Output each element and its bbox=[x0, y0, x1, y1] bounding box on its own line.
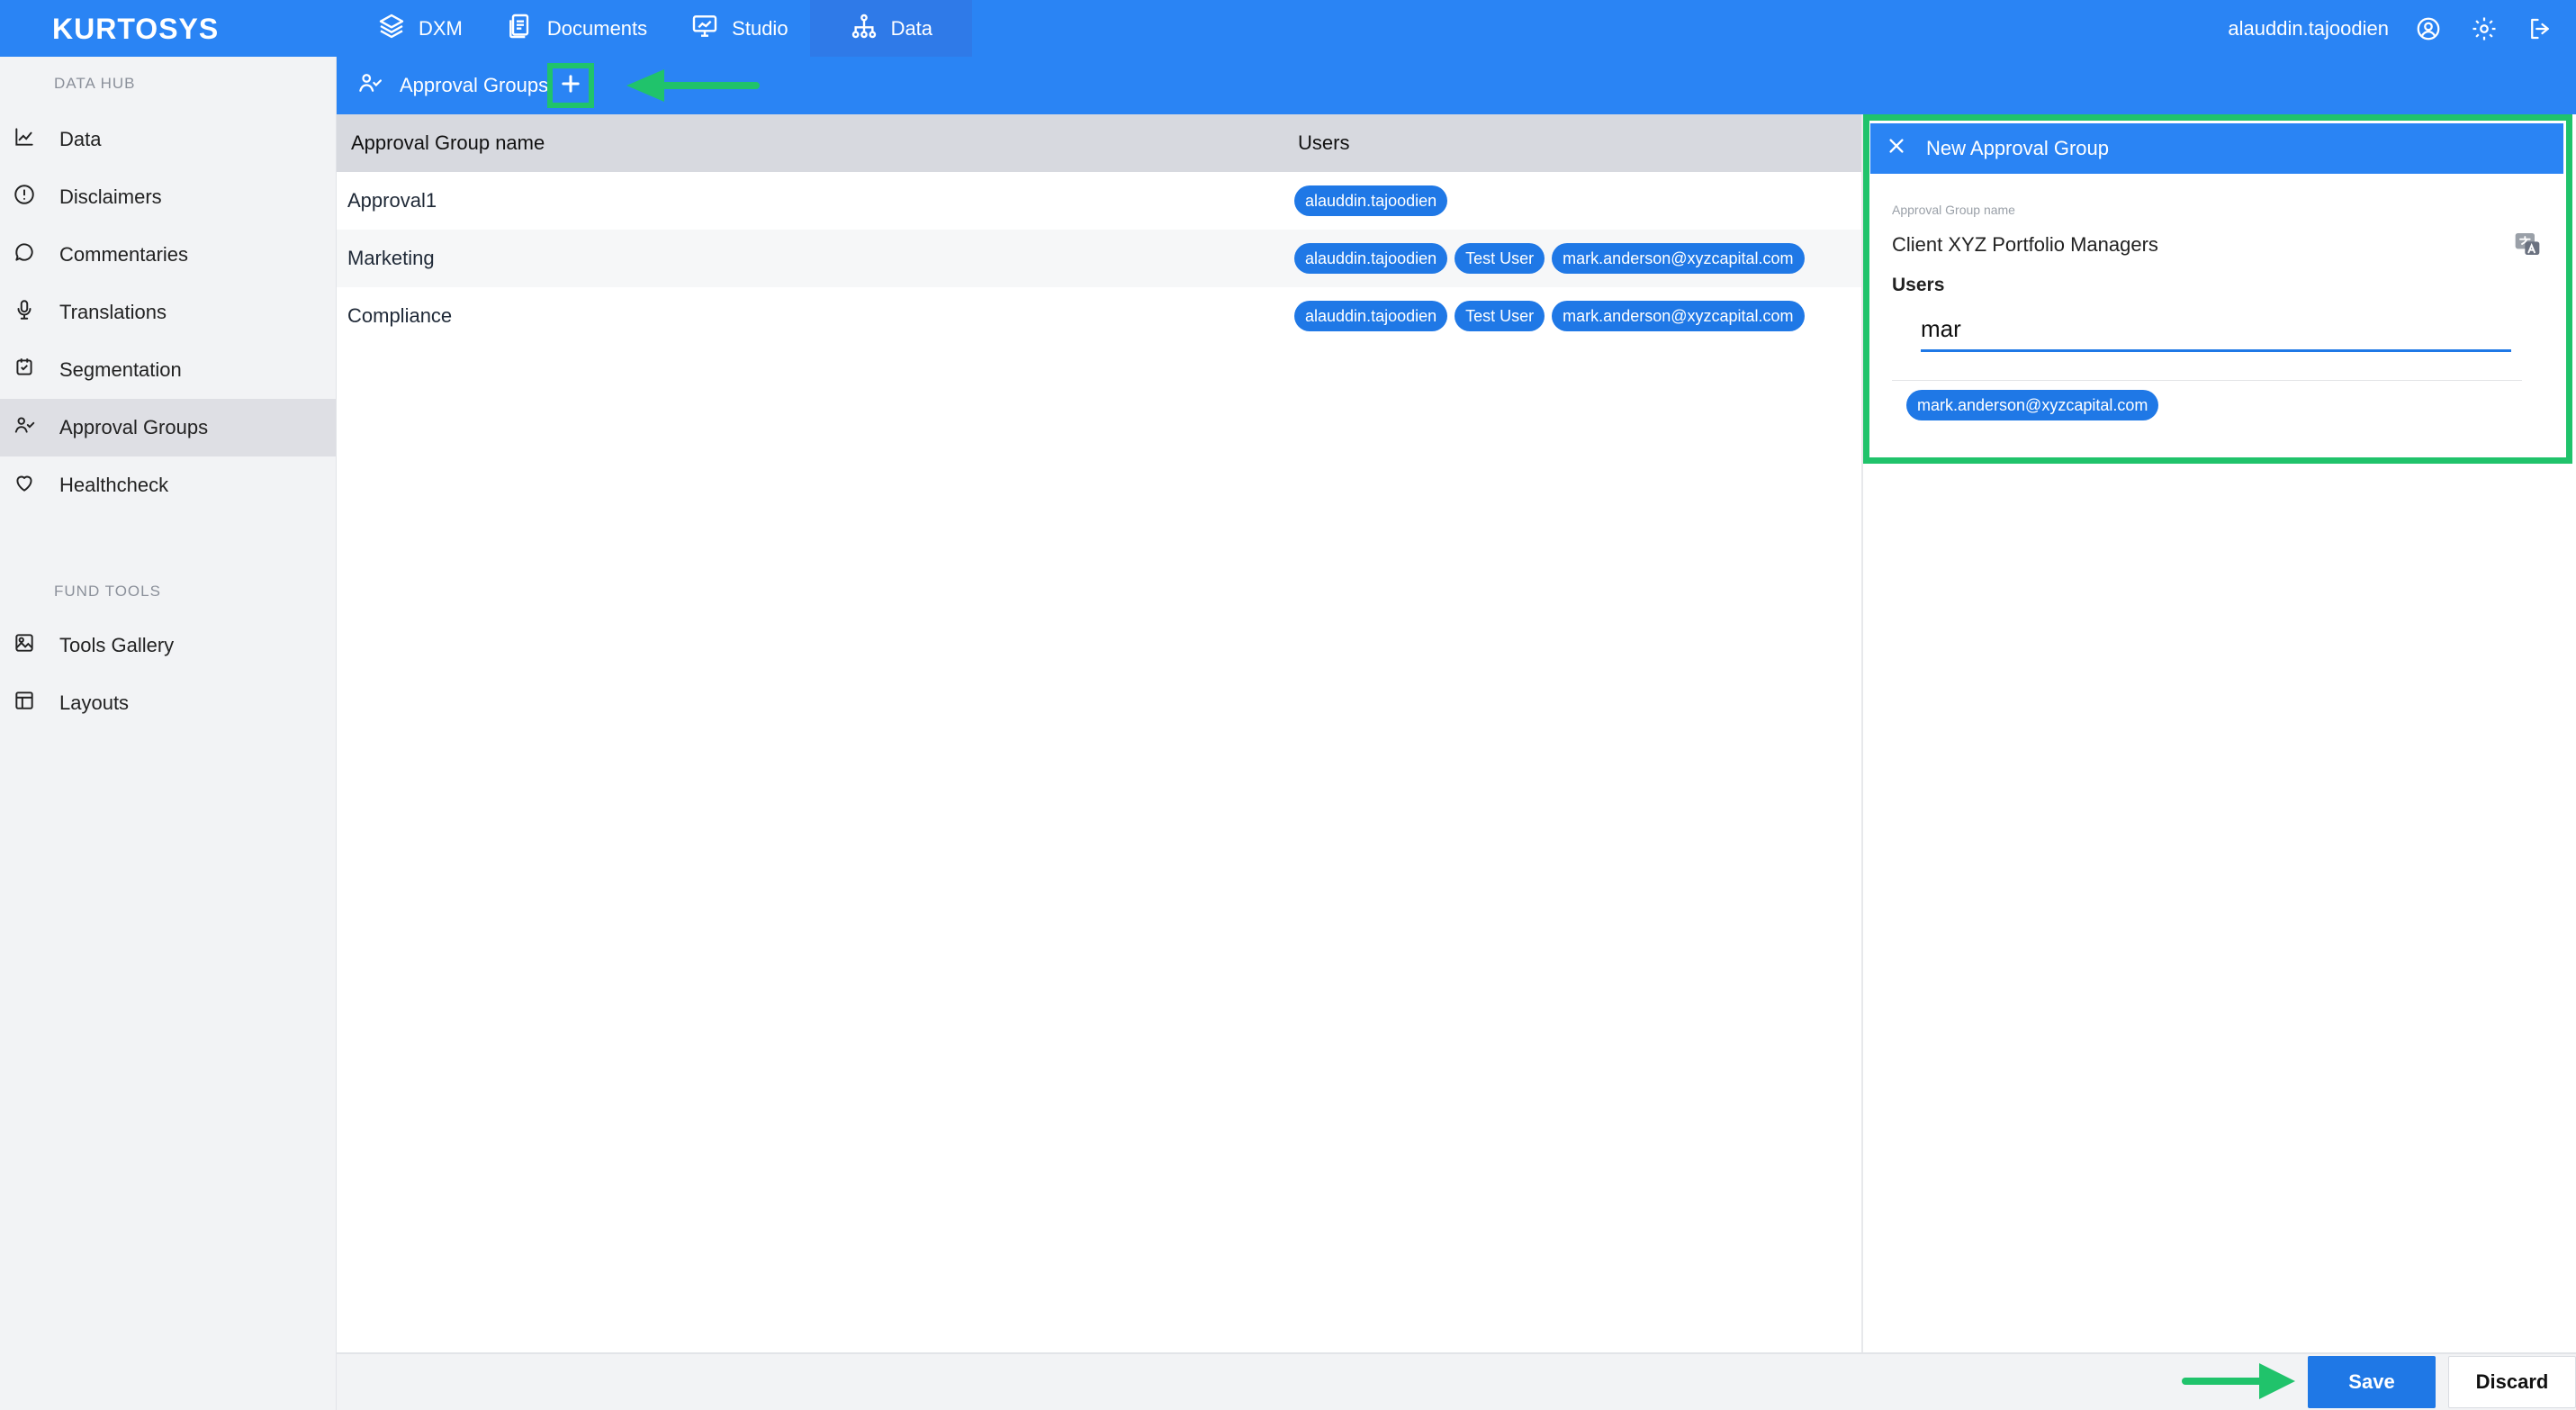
user-chip: Test User bbox=[1455, 301, 1545, 331]
nav-data-label: Data bbox=[890, 16, 933, 40]
sidebar-item-label: Tools Gallery bbox=[59, 634, 175, 656]
sidebar-item-label: Data bbox=[59, 128, 102, 150]
approval-groups-table: Approval Group name Users Approval1 alau… bbox=[337, 114, 1863, 1352]
user-check-icon bbox=[13, 413, 36, 442]
table-row[interactable]: Compliance alauddin.tajoodien Test User … bbox=[337, 287, 1861, 345]
nav-documents[interactable]: Documents bbox=[484, 0, 669, 57]
heart-icon bbox=[13, 471, 36, 500]
user-area: alauddin.tajoodien bbox=[2228, 0, 2556, 57]
approval-group-name: Compliance bbox=[347, 304, 453, 327]
user-chip: alauddin.tajoodien bbox=[1294, 185, 1448, 216]
table-row[interactable]: Marketing alauddin.tajoodien Test User m… bbox=[337, 230, 1861, 287]
highlight-arrow-right bbox=[2180, 1358, 2301, 1409]
plus-icon bbox=[558, 71, 583, 101]
segmentation-icon bbox=[13, 356, 36, 384]
sidebar-section-data-hub: DATA HUB bbox=[54, 75, 136, 92]
group-name-field[interactable]: Client XYZ Portfolio Managers bbox=[1892, 233, 2158, 257]
table-header: Approval Group name Users bbox=[337, 114, 1861, 172]
sidebar-item-translations[interactable]: Translations bbox=[0, 284, 336, 341]
approval-groups-subheader: Approval Groups bbox=[337, 57, 2576, 114]
highlight-arrow-left bbox=[619, 66, 763, 110]
user-chip: mark.anderson@xyzcapital.com bbox=[1552, 301, 1805, 331]
nav-studio-label: Studio bbox=[732, 16, 788, 40]
save-button[interactable]: Save bbox=[2308, 1356, 2436, 1408]
subheader-title: Approval Groups bbox=[356, 57, 548, 114]
discard-button[interactable]: Discard bbox=[2448, 1356, 2576, 1408]
table-row[interactable]: Approval1 alauddin.tajoodien bbox=[337, 172, 1861, 230]
sidebar-item-data[interactable]: Data bbox=[0, 111, 336, 168]
logout-icon[interactable] bbox=[2524, 13, 2556, 45]
studio-icon bbox=[690, 12, 719, 46]
sidebar: DATA HUB Data Disclaimers Commentaries T… bbox=[0, 57, 337, 1410]
user-chip: alauddin.tajoodien bbox=[1294, 243, 1448, 274]
layers-icon bbox=[377, 12, 406, 46]
nav-documents-label: Documents bbox=[546, 16, 648, 40]
microphone-icon bbox=[13, 298, 36, 327]
column-header-name: Approval Group name bbox=[351, 131, 545, 154]
approval-group-name: Approval1 bbox=[347, 189, 437, 212]
approval-group-users: alauddin.tajoodien Test User mark.anders… bbox=[1294, 301, 1805, 331]
approval-group-users: alauddin.tajoodien bbox=[1294, 185, 1448, 216]
panel-title: New Approval Group bbox=[1926, 137, 2109, 159]
approval-group-name: Marketing bbox=[347, 247, 435, 269]
nav-data[interactable]: Data bbox=[809, 0, 973, 57]
username[interactable]: alauddin.tajoodien bbox=[2228, 17, 2389, 41]
line-chart-icon bbox=[13, 125, 36, 154]
nav-studio[interactable]: Studio bbox=[669, 0, 809, 57]
sidebar-item-label: Segmentation bbox=[59, 358, 182, 381]
sidebar-item-healthcheck[interactable]: Healthcheck bbox=[0, 456, 336, 514]
subheader-title-text: Approval Groups bbox=[400, 74, 549, 96]
kurtosys-logo: KURTOSYS bbox=[52, 12, 220, 45]
layout-icon bbox=[13, 689, 36, 718]
add-approval-group-button[interactable] bbox=[547, 63, 594, 108]
sidebar-item-label: Translations bbox=[59, 301, 167, 323]
settings-gear-icon[interactable] bbox=[2468, 13, 2500, 45]
new-approval-group-form: Approval Group name Client XYZ Portfolio… bbox=[1870, 174, 2563, 457]
sidebar-item-approval-groups[interactable]: Approval Groups bbox=[0, 399, 336, 456]
users-label: Users bbox=[1892, 275, 1945, 295]
sidebar-item-label: Commentaries bbox=[59, 243, 189, 266]
user-chip: Test User bbox=[1455, 243, 1545, 274]
sidebar-item-label: Layouts bbox=[59, 691, 130, 714]
close-icon[interactable] bbox=[1887, 136, 1906, 161]
sidebar-section-fund-tools: FUND TOOLS bbox=[54, 583, 161, 600]
sidebar-item-tools-gallery[interactable]: Tools Gallery bbox=[0, 617, 336, 674]
column-header-users: Users bbox=[1298, 131, 1350, 154]
user-avatar-icon[interactable] bbox=[2412, 13, 2445, 45]
sidebar-item-label: Disclaimers bbox=[59, 185, 162, 208]
divider bbox=[1892, 380, 2522, 381]
sidebar-item-label: Healthcheck bbox=[59, 474, 169, 496]
nav-dxm[interactable]: DXM bbox=[356, 0, 484, 57]
documents-icon bbox=[506, 12, 535, 46]
sidebar-item-label: Approval Groups bbox=[59, 416, 209, 438]
translate-language-icon[interactable] bbox=[2513, 230, 2542, 258]
sidebar-item-segmentation[interactable]: Segmentation bbox=[0, 341, 336, 399]
user-chip: mark.anderson@xyzcapital.com bbox=[1552, 243, 1805, 274]
sidebar-item-layouts[interactable]: Layouts bbox=[0, 674, 336, 732]
nav-dxm-label: DXM bbox=[419, 16, 463, 40]
new-approval-group-header: New Approval Group bbox=[1870, 123, 2563, 174]
image-gallery-icon bbox=[13, 631, 36, 660]
users-search-input[interactable] bbox=[1921, 309, 2511, 352]
group-name-label: Approval Group name bbox=[1892, 203, 2015, 217]
user-check-icon bbox=[356, 69, 383, 102]
sidebar-item-commentaries[interactable]: Commentaries bbox=[0, 226, 336, 284]
comment-icon bbox=[13, 240, 36, 269]
top-navigation-bar: KURTOSYS DXM Documents Studio Data alaud… bbox=[0, 0, 2576, 57]
user-suggestion-chip[interactable]: mark.anderson@xyzcapital.com bbox=[1906, 390, 2159, 420]
sidebar-item-disclaimers[interactable]: Disclaimers bbox=[0, 168, 336, 226]
approval-group-users: alauddin.tajoodien Test User mark.anders… bbox=[1294, 243, 1805, 274]
user-chip: alauddin.tajoodien bbox=[1294, 301, 1448, 331]
data-hierarchy-icon bbox=[850, 12, 878, 46]
user-suggestion-list: mark.anderson@xyzcapital.com bbox=[1906, 390, 2159, 420]
info-circle-icon bbox=[13, 183, 36, 212]
main-nav: DXM Documents Studio Data bbox=[356, 0, 973, 57]
